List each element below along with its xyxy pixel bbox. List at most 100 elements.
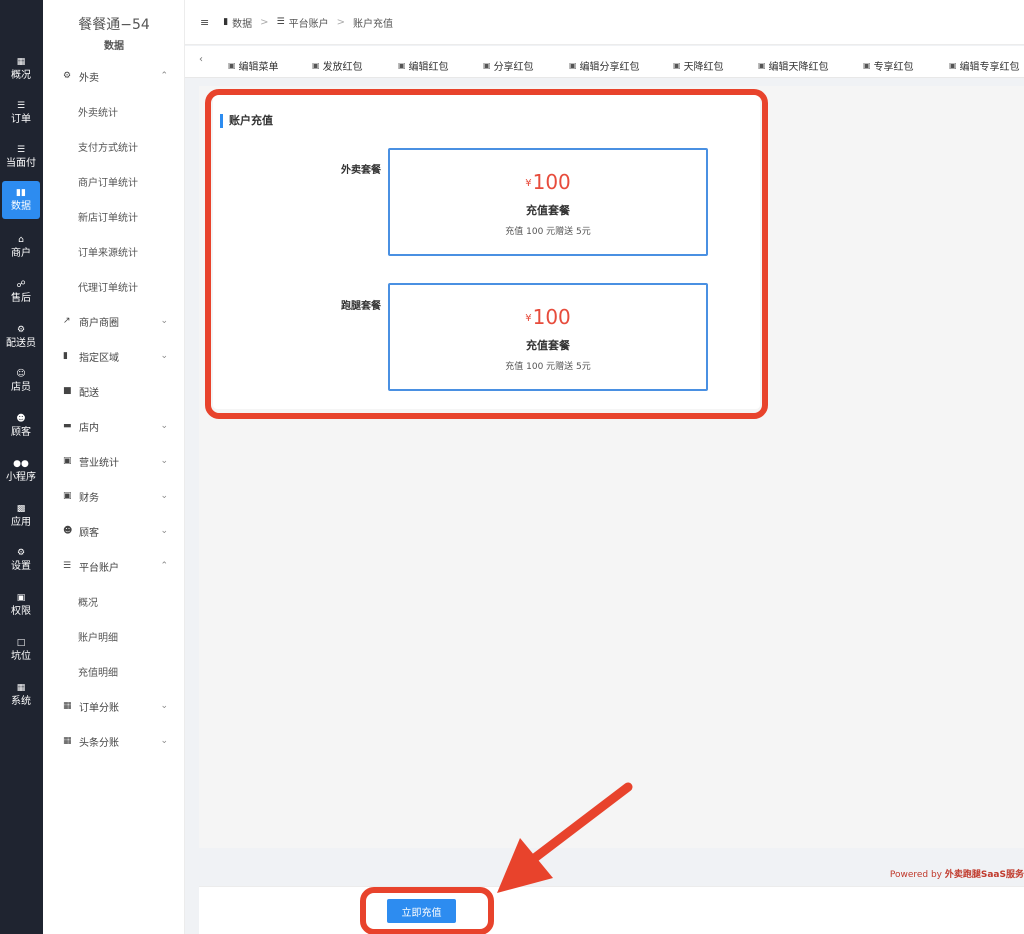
lock-icon: ▣ — [16, 592, 26, 603]
menu-item-recharge-detail[interactable]: 充值明细 — [78, 661, 118, 681]
apps-icon: ▩ — [16, 503, 26, 514]
menu-group-merchant-circle[interactable]: ↗ 商户商圈 ⌄ — [63, 311, 168, 331]
rail-item-courier[interactable]: ⚙ 配送员 — [2, 318, 40, 356]
tab-issue-redpacket[interactable]: ▣ 发放红包 — [312, 58, 363, 73]
menu-item-agent-order-stats[interactable]: 代理订单统计 — [78, 276, 138, 296]
breadcrumb-current: 账户充值 — [353, 18, 394, 30]
tab-label: 编辑分享红包 — [579, 61, 640, 73]
tab-share-redpacket[interactable]: ▣ 分享红包 — [483, 58, 534, 73]
sidebar: 餐餐通−54 数据 ⚙ 外卖 ⌃ 外卖统计 支付方式统计 商户订单统计 新店订单… — [43, 0, 185, 934]
menu-group-instore[interactable]: ▬ 店内 ⌄ — [63, 416, 168, 436]
tab-edit-sky-redpacket[interactable]: ▣ 编辑天降红包 — [758, 58, 829, 73]
rail-item-apps[interactable]: ▩ 应用 — [2, 497, 40, 535]
rail-item-label: 售后 — [11, 292, 31, 304]
tab-label: 天降红包 — [683, 61, 724, 73]
tab-edit-redpacket[interactable]: ▣ 编辑红包 — [398, 58, 449, 73]
menu-item-account-detail[interactable]: 账户明细 — [78, 626, 118, 646]
menu-group-business[interactable]: ▣ 营业统计 ⌄ — [63, 451, 168, 471]
box-icon: ▣ — [863, 60, 871, 70]
tab-label: 分享红包 — [493, 61, 534, 73]
package-option-takeout[interactable]: ¥100 充值套餐 充值 100 元赠送 5元 — [388, 148, 708, 256]
rail-item-customer[interactable]: ☻ 顾客 — [2, 407, 40, 445]
breadcrumb-separator: > — [260, 16, 269, 28]
menu-group-takeout[interactable]: ⚙ 外卖 ⌃ — [63, 66, 168, 86]
menu-group-finance[interactable]: ▣ 财务 ⌄ — [63, 486, 168, 506]
rail-item-facepay[interactable]: ☰ 当面付 — [2, 138, 40, 176]
tab-sky-redpacket[interactable]: ▣ 天降红包 — [673, 58, 724, 73]
rail-item-system[interactable]: ▦ 系统 — [2, 676, 40, 714]
rail-item-settings[interactable]: ⚙ 设置 — [2, 541, 40, 579]
package-price: ¥100 — [525, 305, 571, 329]
package-label-takeout: 外卖套餐 — [341, 165, 381, 176]
tab-label: 编辑菜单 — [238, 61, 279, 73]
rail-item-staff[interactable]: ☺ 店员 — [2, 362, 40, 400]
menu-group-region[interactable]: ▮ 指定区域 ⌄ — [63, 346, 168, 366]
rail-item-label: 概况 — [11, 69, 31, 81]
tab-edit-share-redpacket[interactable]: ▣ 编辑分享红包 — [569, 58, 640, 73]
rail-item-slot[interactable]: □ 坑位 — [2, 631, 40, 669]
rail-item-miniapp[interactable]: ●● 小程序 — [2, 452, 40, 490]
menu-group-order-split[interactable]: ▦ 订单分账 ⌄ — [63, 696, 168, 716]
split-icon: ▦ — [63, 701, 72, 711]
menu-item-order-source-stats[interactable]: 订单来源统计 — [78, 241, 138, 261]
menu-item-payment-stats[interactable]: 支付方式统计 — [78, 136, 138, 156]
rail-item-label: 设置 — [11, 560, 31, 572]
breadcrumb-separator: > — [336, 16, 346, 28]
menu-group-label: 订单分账 — [79, 702, 119, 714]
chevron-down-icon: ⌄ — [160, 701, 168, 711]
chevron-up-icon: ⌃ — [160, 71, 168, 81]
package-option-errand[interactable]: ¥100 充值套餐 充值 100 元赠送 5元 — [388, 283, 708, 391]
menu-group-platform[interactable]: ☰ 平台账户 ⌃ — [63, 556, 168, 576]
package-name: 充值套餐 — [526, 203, 570, 217]
rail-item-orders[interactable]: ☰ 订单 — [2, 94, 40, 132]
menu-group-label: 店内 — [79, 422, 99, 434]
card-title: 账户充值 — [220, 114, 273, 128]
menu-item-newstore-order-stats[interactable]: 新店订单统计 — [78, 206, 138, 226]
rail-item-label: 当面付 — [6, 157, 36, 169]
chevron-left-icon[interactable]: ‹ — [199, 54, 203, 65]
tab-label: 编辑红包 — [408, 61, 449, 73]
menu-collapse-icon[interactable]: ≡ — [200, 16, 209, 29]
menu-item-takeout-stats[interactable]: 外卖统计 — [78, 101, 118, 121]
split-icon: ▦ — [63, 736, 72, 746]
rail-item-label: 坑位 — [11, 650, 31, 662]
breadcrumb-item[interactable]: 平台账户 — [289, 15, 329, 30]
box-icon: ▣ — [949, 60, 957, 70]
align-left-icon: ☰ — [63, 561, 72, 571]
rail-item-permission[interactable]: ▣ 权限 — [2, 586, 40, 624]
menu-item-platform-overview[interactable]: 概况 — [78, 591, 98, 611]
menu-group-toutiao-split[interactable]: ▦ 头条分账 ⌄ — [63, 731, 168, 751]
menu-group-customer[interactable]: ☻ 顾客 ⌄ — [63, 521, 168, 541]
box-icon: ▣ — [228, 60, 236, 70]
rail-item-label: 订单 — [11, 113, 31, 125]
menu-item-merchant-order-stats[interactable]: 商户订单统计 — [78, 171, 138, 191]
rail-item-data[interactable]: ▮▮ 数据 — [2, 181, 40, 219]
box-icon: ▣ — [673, 60, 681, 70]
top-header: ≡ ▮ 数据 > ☰ 平台账户 > 账户充值 — [185, 0, 1024, 45]
tab-edit-exclusive-redpacket[interactable]: ▣ 编辑专享红包 — [949, 58, 1020, 73]
menu-group-label: 顾客 — [79, 527, 99, 539]
rail-item-label: 小程序 — [6, 471, 36, 483]
footer-brand-link[interactable]: 外卖跑腿SaaS服务 — [945, 870, 1024, 880]
file-icon: □ — [16, 637, 26, 648]
chevron-down-icon: ⌄ — [160, 456, 168, 466]
menu-group-delivery[interactable]: ■ 配送 — [63, 381, 168, 401]
rail-item-label: 应用 — [11, 516, 31, 528]
breadcrumb-item[interactable]: 数据 — [232, 15, 252, 30]
chevron-down-icon: ⌄ — [160, 351, 168, 361]
tab-edit-menu[interactable]: ▣ 编辑菜单 — [228, 58, 279, 73]
bar-chart-icon: ▮ — [63, 351, 68, 361]
brand-title: 餐餐通−54 — [78, 17, 150, 33]
customer-icon: ☻ — [16, 413, 26, 424]
recharge-now-button[interactable]: 立即充值 — [387, 899, 456, 923]
align-left-icon: ☰ — [276, 17, 285, 27]
rail-item-label: 权限 — [11, 605, 31, 617]
rail-item-aftersale[interactable]: ☍ 售后 — [2, 273, 40, 311]
menu-group-label: 外卖 — [79, 72, 99, 84]
chevron-down-icon: ⌄ — [160, 421, 168, 431]
users-icon: ☻ — [63, 526, 73, 536]
rail-item-label: 商户 — [11, 247, 31, 259]
tab-exclusive-redpacket[interactable]: ▣ 专享红包 — [863, 58, 914, 73]
rail-item-overview[interactable]: ▦ 概况 — [2, 50, 40, 88]
rail-item-merchant[interactable]: ⌂ 商户 — [2, 228, 40, 266]
